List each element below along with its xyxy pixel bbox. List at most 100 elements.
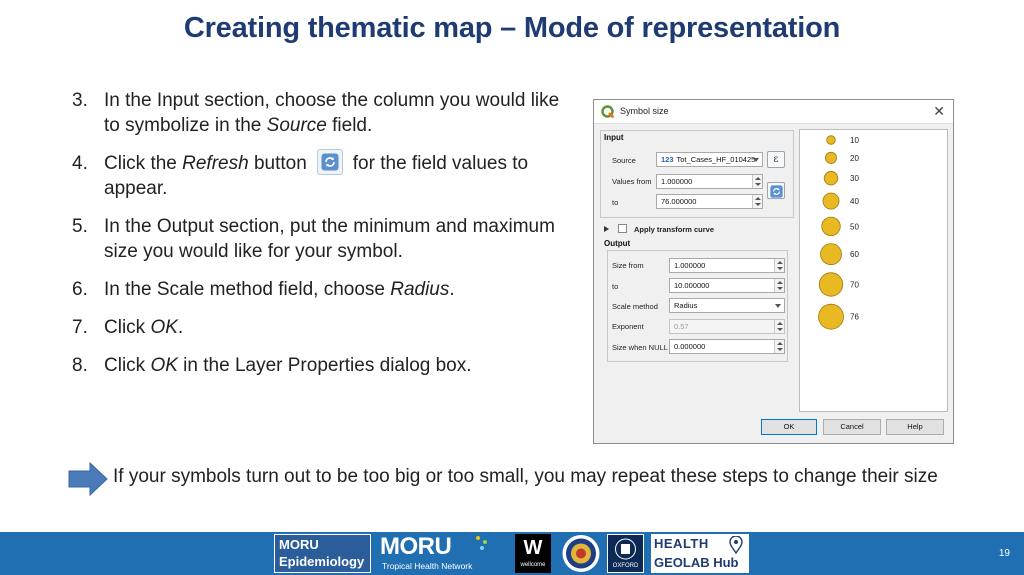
exponent-value: 0.57 — [674, 322, 689, 331]
source-combo[interactable]: 123 Tot_Cases_HF_010425 — [656, 152, 763, 167]
expression-button[interactable]: ε — [767, 151, 785, 168]
legend-symbol — [818, 272, 844, 297]
values-to-value: 76.000000 — [661, 197, 697, 206]
oxford-logo: OXFORD — [607, 534, 644, 573]
chevron-down-icon — [753, 158, 759, 162]
spinner-icon[interactable] — [752, 195, 762, 208]
legend-symbol — [825, 151, 837, 164]
size-from-label: Size from — [612, 261, 644, 270]
legend-symbol — [826, 135, 836, 145]
chevron-down-icon — [775, 304, 781, 308]
legend-label: 10 — [850, 136, 859, 145]
symbol-size-dialog: Symbol size ✕ Input Source 123 Tot_Cases_… — [593, 99, 954, 444]
step-3: 3. In the Input section, choose the colu… — [72, 88, 572, 138]
health-geolab-logo: HEALTH GEOLAB Hub — [651, 534, 749, 573]
step-text: In the Input section, choose the column … — [104, 90, 560, 136]
dialog-titlebar: Symbol size ✕ — [594, 100, 953, 124]
step-text: Click the Refresh button for the field va… — [104, 148, 572, 201]
source-value: Tot_Cases_HF_010425 — [676, 155, 756, 164]
source-label: Source — [612, 156, 636, 165]
step-6: 6. In the Scale method field, choose Rad… — [72, 277, 572, 302]
ok-button[interactable]: OK — [761, 419, 817, 435]
expand-arrow-icon[interactable] — [604, 226, 609, 232]
step-text: Click OK. — [104, 317, 184, 338]
legend-label: 20 — [850, 154, 859, 163]
values-from-label: Values from — [612, 177, 652, 186]
scale-method-value: Radius — [674, 301, 698, 310]
spinner-icon[interactable] — [774, 279, 784, 292]
scale-method-label: Scale method — [612, 302, 658, 311]
size-legend-preview: 10 20 30 40 50 60 70 76 — [799, 129, 948, 412]
legend-symbol — [821, 216, 841, 237]
legend-symbol — [823, 171, 839, 186]
step-number: 4. — [72, 153, 88, 174]
step-number: 5. — [72, 216, 88, 237]
legend-label: 60 — [850, 250, 859, 259]
exponent-field: 0.57 — [669, 319, 785, 334]
values-from-value: 1.000000 — [661, 177, 693, 186]
step-8: 8. Click OK in the Layer Properties dial… — [72, 353, 572, 378]
refresh-button[interactable] — [767, 182, 785, 199]
numeric-type-icon: 123 — [661, 155, 674, 164]
spinner-icon — [774, 320, 784, 333]
refresh-icon — [770, 185, 783, 198]
dialog-title: Symbol size — [620, 106, 669, 116]
step-text: Click OK in the Layer Properties dialog … — [104, 355, 472, 376]
moru-tropical-logo: MORU Tropical Health Network — [376, 533, 496, 573]
spinner-icon[interactable] — [774, 340, 784, 353]
step-text: In the Scale method field, choose Radius… — [104, 279, 455, 300]
step-7: 7. Click OK. — [72, 315, 572, 340]
legend-symbol — [822, 192, 840, 210]
input-section-label: Input — [604, 133, 624, 142]
cancel-button[interactable]: Cancel — [823, 419, 881, 435]
slide-title: Creating thematic map – Mode of represen… — [183, 12, 841, 44]
refresh-icon — [316, 148, 343, 175]
page-number: 19 — [998, 548, 1010, 559]
step-4: 4. Click the Refresh button for the field… — [72, 148, 572, 201]
qgis-logo-icon — [601, 105, 615, 119]
legend-label: 30 — [850, 174, 859, 183]
spinner-icon[interactable] — [774, 259, 784, 272]
legend-svg: 10 20 30 40 50 60 70 76 — [818, 135, 859, 330]
legend-label: 70 — [850, 280, 859, 289]
tip-text: If your symbols turn out to be too big o… — [113, 466, 938, 487]
step-5: 5. In the Output section, put the minimu… — [72, 214, 572, 264]
legend-symbol — [818, 303, 844, 330]
close-icon[interactable]: ✕ — [933, 103, 945, 120]
size-null-label: Size when NULL — [612, 343, 668, 352]
steps-list: 3. In the Input section, choose the colu… — [72, 88, 572, 391]
size-null-field[interactable]: 0.000000 — [669, 339, 785, 354]
values-from-field[interactable]: 1.000000 — [656, 174, 763, 189]
spinner-icon[interactable] — [752, 175, 762, 188]
help-button[interactable]: Help — [886, 419, 944, 435]
step-number: 7. — [72, 317, 88, 338]
wellcome-logo: W wellcome — [515, 534, 551, 573]
apply-transform-checkbox[interactable] — [618, 224, 627, 233]
oxford-crest-icon — [615, 538, 636, 560]
legend-label: 40 — [850, 197, 859, 206]
exponent-label: Exponent — [612, 322, 644, 331]
size-to-label: to — [612, 282, 619, 291]
output-section-label: Output — [604, 239, 631, 248]
right-arrow-icon — [68, 462, 108, 496]
step-number: 6. — [72, 279, 88, 300]
apply-transform-label: Apply transform curve — [634, 225, 715, 234]
step-number: 8. — [72, 355, 88, 376]
footer-bar: MORU Epidemiology MORU Tropical Health N… — [0, 532, 1024, 575]
size-to-field[interactable]: 10.000000 — [669, 278, 785, 293]
size-null-value: 0.000000 — [674, 342, 706, 351]
mahidol-seal-logo — [562, 535, 600, 572]
scale-method-select[interactable]: Radius — [669, 298, 785, 313]
legend-label: 76 — [850, 313, 859, 322]
step-text: In the Output section, put the minimum a… — [104, 216, 555, 262]
step-number: 3. — [72, 90, 88, 111]
moru-epidemiology-logo: MORU Epidemiology — [274, 534, 371, 573]
size-to-value: 10.000000 — [674, 281, 710, 290]
size-from-field[interactable]: 1.000000 — [669, 258, 785, 273]
map-pin-icon — [729, 536, 743, 554]
legend-symbol — [820, 243, 842, 266]
size-from-value: 1.000000 — [674, 261, 706, 270]
values-to-field[interactable]: 76.000000 — [656, 194, 763, 209]
values-to-label: to — [612, 198, 619, 207]
legend-label: 50 — [850, 222, 859, 231]
